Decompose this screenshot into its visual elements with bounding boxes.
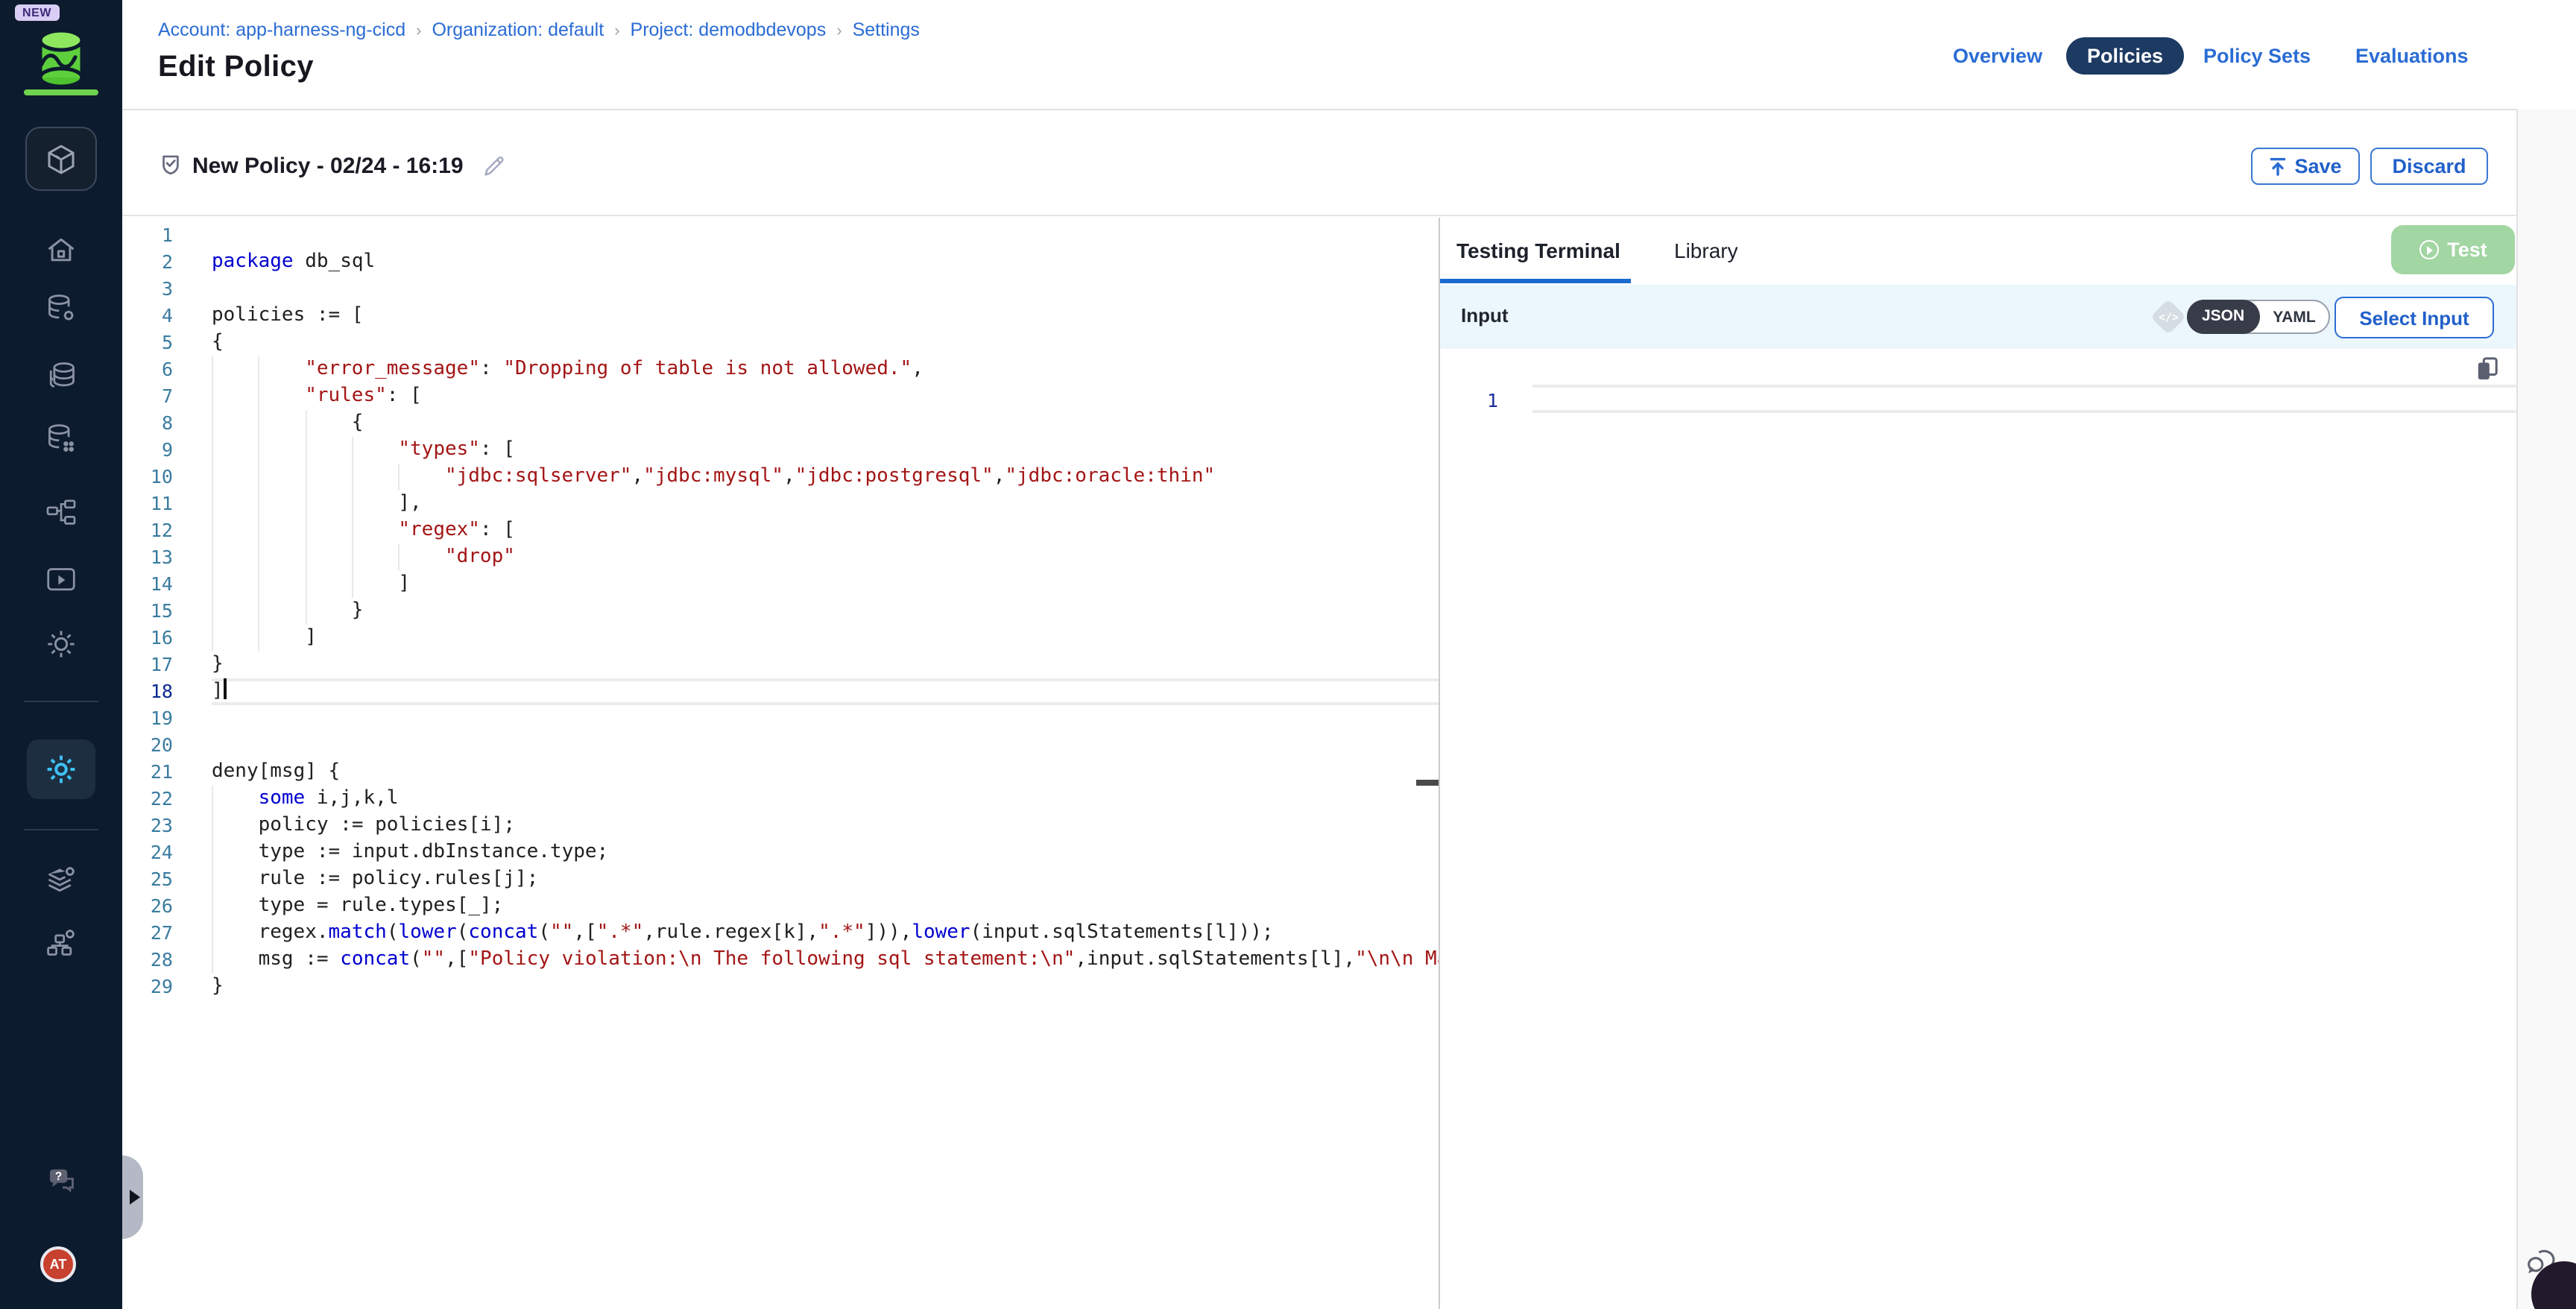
right-gutter-strip [2516,109,2576,1309]
tab-library[interactable]: Library [1674,239,1738,262]
gear-icon [44,627,78,661]
avatar[interactable]: AT [40,1246,76,1282]
breadcrumb-org[interactable]: Organization: default [432,19,604,40]
database-stack-icon [44,359,78,392]
sidebar-item-executions[interactable] [45,565,78,595]
input-label: Input [1461,304,1509,327]
copy-icon[interactable] [2476,356,2498,380]
tab-policies[interactable]: Policies [2066,37,2184,75]
sidebar-item-home[interactable] [45,234,78,267]
sidebar-expand-handle[interactable] [122,1155,143,1239]
input-editor-line[interactable] [1532,385,2516,413]
top-header: Account: app-harness-ng-cicd › Organizatio… [122,0,2576,109]
format-yaml-option[interactable]: YAML [2259,308,2329,326]
save-button[interactable]: Save [2251,148,2360,185]
sidebar-item-default-settings[interactable] [44,863,78,896]
svg-text:?: ? [55,1170,62,1183]
left-nav-sidebar: NEW [0,0,122,1309]
upload-icon [2269,157,2287,176]
help-chat-icon[interactable]: ? [48,1167,78,1194]
code-format-icon: </> [2150,299,2186,335]
network-gear-icon [44,926,78,959]
sidebar-item-org-settings[interactable] [44,926,78,959]
page-title: Edit Policy [158,51,314,85]
cube-icon [43,141,79,177]
play-circle-icon [2419,240,2438,259]
policy-shield-check-icon [158,152,183,177]
sidebar-item-pipelines[interactable] [45,499,78,526]
overview-ruler-cursor-mark [1416,780,1440,785]
policy-name: New Policy - 02/24 - 16:19 [192,154,464,179]
tab-policy-sets[interactable]: Policy Sets [2203,37,2311,75]
policy-editor-card: New Policy - 02/24 - 16:19 Save Discard … [122,109,2516,1309]
testing-panel: Testing Terminal Library Test Input </> … [1440,218,2516,1309]
code-lines: package db_sqlpolicies := [{"error_messa… [212,222,1439,1000]
save-label: Save [2294,155,2341,177]
sidebar-item-db-schemas[interactable] [45,422,78,455]
flow-icon [45,499,78,526]
app-root: NEW [0,0,2576,1309]
gear-active-icon [43,751,79,787]
tab-testing-terminal[interactable]: Testing Terminal [1456,239,1620,262]
harness-db-devops-logo-icon[interactable] [36,27,86,89]
discard-button[interactable]: Discard [2370,148,2488,185]
active-tab-underline [1440,279,1631,283]
new-badge: NEW [15,4,59,21]
test-button[interactable]: Test [2391,225,2515,274]
format-toggle[interactable]: JSON YAML [2187,300,2331,334]
breadcrumb-settings[interactable]: Settings [853,19,920,40]
sidebar-item-settings[interactable] [44,627,78,661]
play-video-icon [45,565,78,595]
breadcrumb-separator: › [416,22,421,40]
sidebar-item-databases[interactable] [44,359,78,392]
database-dots-icon [45,422,78,455]
chevron-right-icon [129,1190,139,1205]
input-line-number: 1 [1440,388,1532,414]
sidebar-divider [24,829,98,830]
breadcrumb-project[interactable]: Project: demodbdevops [631,19,827,40]
sidebar-item-project-settings-active[interactable] [27,739,95,799]
breadcrumb-separator: › [614,22,619,40]
format-json-option[interactable]: JSON [2187,299,2259,333]
policy-code-editor[interactable]: 1234567891011121314151617181920212223242… [122,218,1440,1309]
home-icon [45,234,78,267]
tab-evaluations[interactable]: Evaluations [2355,37,2469,75]
test-label: Test [2447,239,2487,261]
policy-toolbar: New Policy - 02/24 - 16:19 Save Discard [122,110,2516,216]
sidebar-item-db-instances[interactable] [45,292,78,325]
sidebar-divider [24,701,98,702]
select-input-label: Select Input [2359,306,2469,329]
sidebar-item-module[interactable] [25,127,97,191]
breadcrumb-account[interactable]: Account: app-harness-ng-cicd [158,19,405,40]
breadcrumb: Account: app-harness-ng-cicd › Organizatio… [158,19,920,40]
database-gear-icon [45,292,78,325]
input-header-bar: Input </> JSON YAML Select Input [1440,285,2516,349]
module-indicator-bar [24,89,98,95]
code-gutter: 1234567891011121314151617181920212223242… [122,222,212,1000]
breadcrumb-separator: › [836,22,842,40]
tab-overview[interactable]: Overview [1953,37,2042,75]
discard-label: Discard [2392,155,2466,177]
edit-policy-name-icon[interactable] [482,154,507,179]
select-input-button[interactable]: Select Input [2334,297,2494,338]
layers-gear-icon [44,863,78,896]
